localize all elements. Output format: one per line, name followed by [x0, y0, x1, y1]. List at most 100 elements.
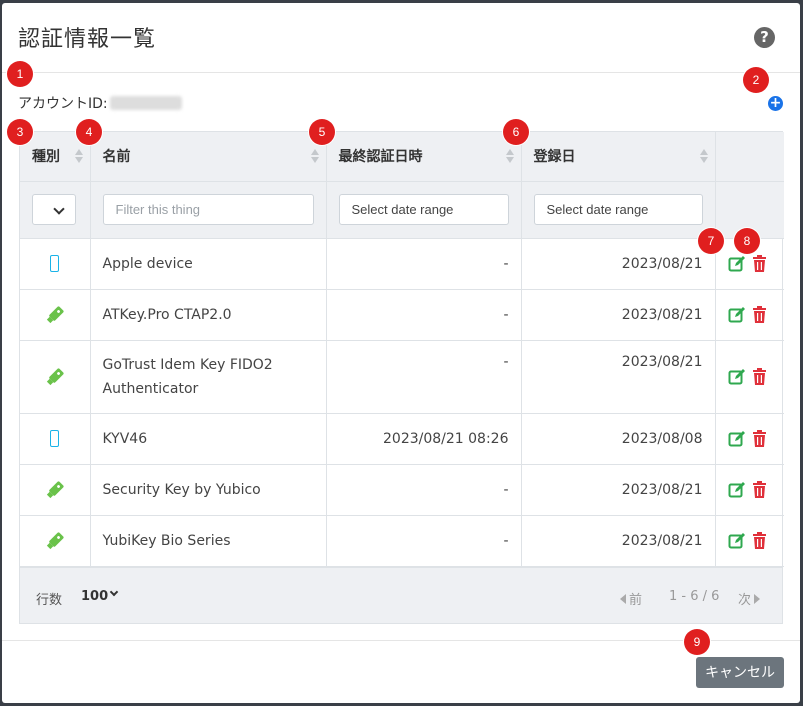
- row-registered: 2023/08/08: [521, 413, 716, 465]
- filter-type-cell: [20, 181, 91, 239]
- row-type-cell: [20, 464, 91, 516]
- filter-last-auth-cell: [326, 181, 522, 239]
- column-header-name[interactable]: 名前: [90, 132, 327, 182]
- table-row: KYV46 2023/08/21 08:26 2023/08/08: [20, 413, 784, 465]
- row-registered: 2023/08/21: [521, 238, 716, 290]
- column-header-actions: [715, 132, 784, 182]
- trash-icon[interactable]: [752, 255, 767, 272]
- edit-icon[interactable]: [728, 255, 746, 273]
- last-auth-date-range-input[interactable]: [338, 194, 509, 225]
- prev-page-label: 前: [629, 593, 643, 608]
- row-type-cell: [20, 289, 91, 341]
- next-page-label: 次: [738, 593, 752, 608]
- annotation-badge: 7: [698, 228, 724, 254]
- usb-key-icon: [46, 531, 64, 549]
- rows-per-page-label: 行数: [36, 593, 63, 608]
- trash-icon[interactable]: [752, 368, 767, 385]
- sort-icon: [310, 149, 320, 165]
- type-filter-select[interactable]: [32, 194, 76, 225]
- dialog-footer-divider: [2, 640, 800, 641]
- row-actions: [715, 289, 784, 341]
- trash-icon[interactable]: [752, 306, 767, 323]
- annotation-badge: 3: [7, 119, 33, 145]
- row-name: YubiKey Bio Series: [90, 515, 327, 567]
- edit-icon[interactable]: [728, 368, 746, 386]
- filter-registered-cell: [521, 181, 716, 239]
- annotation-badge: 9: [684, 629, 710, 655]
- smartphone-icon: [50, 255, 60, 272]
- credentials-table: 種別 名前 最終認証日時 登録日 Apple device-2023/08/21…: [19, 131, 784, 624]
- credentials-dialog: 認証情報一覧 ? アカウントID: + 種別 名前 最終認証日時 登録日 Fil…: [2, 3, 800, 703]
- registered-date-range-input[interactable]: [533, 194, 703, 225]
- row-type-cell: [20, 413, 91, 465]
- rows-per-page-select[interactable]: 100: [81, 589, 108, 604]
- row-last-auth: -: [326, 340, 522, 414]
- usb-key-icon: [46, 480, 64, 498]
- row-name: KYV46: [90, 413, 327, 465]
- table-row: YubiKey Bio Series -2023/08/21: [20, 515, 784, 567]
- caret-right-icon: [754, 594, 761, 604]
- row-name: Security Key by Yubico: [90, 464, 327, 516]
- edit-icon[interactable]: [728, 481, 746, 499]
- usb-key-icon: [46, 305, 64, 323]
- row-registered: 2023/08/21: [521, 340, 716, 414]
- dialog-header: 認証情報一覧 ?: [2, 3, 800, 73]
- row-last-auth: -: [326, 515, 522, 567]
- row-name: Apple device: [90, 238, 327, 290]
- row-actions: [715, 413, 784, 465]
- trash-icon[interactable]: [752, 430, 767, 447]
- table-row: ATKey.Pro CTAP2.0-2023/08/21: [20, 289, 784, 341]
- column-header-registered[interactable]: 登録日: [521, 132, 716, 182]
- trash-icon[interactable]: [752, 532, 767, 549]
- row-type-cell: [20, 340, 91, 414]
- plus-circle-icon[interactable]: +: [768, 96, 783, 111]
- smartphone-icon: [50, 430, 60, 447]
- account-id-label: アカウントID:: [18, 96, 108, 112]
- column-label-last-auth: 最終認証日時: [338, 149, 423, 166]
- prev-page-button[interactable]: 前: [620, 589, 642, 608]
- page-info: 1 - 6 / 6: [669, 589, 720, 604]
- annotation-badge: 5: [309, 119, 335, 145]
- row-registered: 2023/08/21: [521, 289, 716, 341]
- sort-icon: [699, 149, 709, 165]
- column-label-registered: 登録日: [533, 149, 576, 166]
- trash-icon[interactable]: [752, 481, 767, 498]
- cancel-button[interactable]: キャンセル: [696, 657, 784, 688]
- row-type-cell: [20, 515, 91, 567]
- name-filter-input[interactable]: [102, 194, 314, 225]
- usb-key-icon: [46, 367, 64, 385]
- row-last-auth: -: [326, 238, 522, 290]
- edit-icon[interactable]: [728, 430, 746, 448]
- annotation-badge: 6: [503, 119, 529, 145]
- table-row: GoTrust Idem Key FIDO2 Authenticator -202…: [20, 340, 784, 414]
- row-actions: [715, 464, 784, 516]
- column-header-last-auth[interactable]: 最終認証日時: [326, 132, 522, 182]
- annotation-badge: 4: [76, 119, 102, 145]
- table-footer: 行数 100 前 1 - 6 / 6 次: [20, 567, 782, 623]
- row-name: ATKey.Pro CTAP2.0: [90, 289, 327, 341]
- chevron-down-icon[interactable]: [109, 587, 119, 597]
- sort-icon: [74, 149, 84, 165]
- column-label-type: 種別: [32, 149, 60, 166]
- caret-left-icon: [620, 594, 626, 604]
- row-actions: [715, 340, 784, 414]
- annotation-badge: 2: [743, 67, 769, 93]
- row-last-auth: -: [326, 289, 522, 341]
- row-name: GoTrust Idem Key FIDO2 Authenticator: [90, 340, 327, 414]
- row-type-cell: [20, 238, 91, 290]
- column-label-name: 名前: [102, 149, 131, 166]
- row-registered: 2023/08/21: [521, 515, 716, 567]
- edit-icon[interactable]: [728, 306, 746, 324]
- table-row: Security Key by Yubico -2023/08/21: [20, 464, 784, 516]
- table-row: Apple device -2023/08/21: [20, 238, 784, 290]
- row-registered: 2023/08/21: [521, 464, 716, 516]
- next-page-button[interactable]: 次: [738, 589, 761, 608]
- row-last-auth: 2023/08/21 08:26: [326, 413, 522, 465]
- filter-name-cell: [90, 181, 327, 239]
- account-id-row: アカウントID:: [18, 93, 182, 113]
- sort-icon: [505, 149, 515, 165]
- account-id-value-redacted: [109, 96, 182, 110]
- edit-icon[interactable]: [728, 532, 746, 550]
- annotation-badge: 1: [7, 61, 33, 87]
- question-circle-icon[interactable]: ?: [754, 27, 775, 48]
